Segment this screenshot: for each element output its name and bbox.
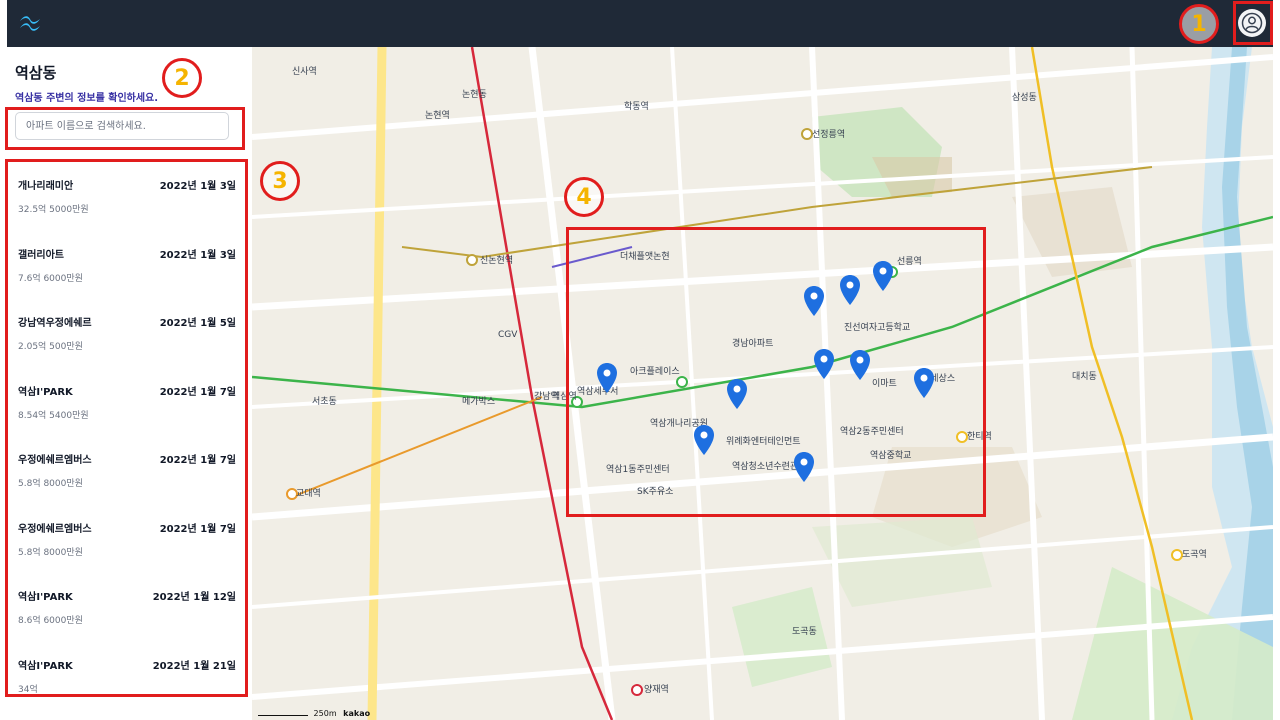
deal-price: 34억 [18, 684, 38, 695]
map-label: 신논현역 [480, 256, 514, 266]
deal-date: 2022년 1월 7일 [159, 455, 236, 466]
deal-date: 2022년 1월 12일 [152, 592, 236, 603]
deal-price: 8.6억 6000만원 [18, 616, 83, 626]
map-label: 교대역 [296, 489, 321, 499]
map-label: 위례화엔터테인먼트 [726, 437, 801, 447]
map-label: 선정릉역 [812, 130, 846, 140]
list-item[interactable]: 우정에쉐르엠버스 2022년 1월 7일 5.8억 8000만원 [8, 507, 244, 576]
deal-date: 2022년 1월 21일 [152, 660, 236, 672]
sidebar: 역삼동 역삼동 주변의 정보를 확인하세요. 개나리래미안 2022년 1월 3… [0, 47, 252, 720]
map-label: 역삼중학교 [870, 451, 912, 461]
annotation-number-3: 3 [260, 161, 300, 201]
map-marker-pin[interactable] [596, 362, 618, 394]
map-label: 역삼청소년수련관 [732, 462, 799, 472]
map-marker-pin[interactable] [872, 260, 894, 292]
list-item[interactable]: 역삼I'PARK 2022년 1월 7일 8.54억 5400만원 [8, 370, 244, 439]
deal-price: 5.8억 8000만원 [18, 479, 83, 489]
map-base [252, 47, 1273, 720]
kakao-map[interactable]: 역삼역 선릉역 강남역 신논현역 논현역 신사역 학동역 선정릉역 한티역 도곡… [252, 47, 1273, 720]
deal-date: 2022년 1월 5일 [159, 318, 236, 329]
annotation-number-2: 2 [162, 58, 202, 98]
apartment-search-box [15, 112, 229, 140]
apartment-name: 우정에쉐르엠버스 [18, 523, 92, 535]
deal-price: 7.6억 6000만원 [18, 273, 83, 284]
map-label: 메가박스 [462, 397, 496, 407]
map-label: 삼성동 [1012, 93, 1037, 103]
user-icon [1241, 12, 1263, 34]
map-marker-pin[interactable] [839, 274, 861, 306]
apartment-name: 개나리래미안 [18, 181, 74, 192]
list-item[interactable]: 강남역우정에쉐르 2022년 1월 5일 2.05억 500만원 [8, 301, 244, 370]
apartment-name: 역삼I'PARK [18, 660, 73, 672]
deal-price: 2.05억 500만원 [18, 342, 83, 352]
map-label: 선릉역 [897, 257, 922, 267]
list-item[interactable]: 역삼I'PARK 2022년 1월 21일 34억 [8, 644, 244, 713]
map-label: 더채플앳논현 [620, 252, 670, 262]
map-label: 서초동 [312, 397, 337, 407]
annotation-number-1: 1 [1179, 4, 1219, 44]
map-label: 아크플레이스 [630, 367, 680, 377]
map-label: 이마트 [872, 379, 897, 389]
top-navbar [7, 0, 1273, 47]
map-label: 논현동 [462, 90, 487, 100]
map-label: 진선여자고등학교 [844, 323, 911, 333]
apartment-name: 우정에쉐르엠버스 [18, 455, 92, 466]
map-label: 경남아파트 [732, 339, 774, 349]
scale-value: 250m [313, 709, 337, 718]
deal-date: 2022년 1월 7일 [159, 386, 236, 398]
kakao-logo: kakao [343, 709, 371, 718]
map-marker-pin[interactable] [803, 285, 825, 317]
list-item[interactable]: 역삼I'PARK 2022년 1월 12일 8.6억 6000만원 [8, 575, 244, 644]
map-label: 학동역 [624, 102, 649, 112]
list-item[interactable]: 우정에쉐르엠버스 2022년 1월 7일 5.8억 8000만원 [8, 438, 244, 507]
apartment-name: 강남역우정에쉐르 [18, 318, 92, 329]
dong-subtitle: 역삼동 주변의 정보를 확인하세요. [15, 93, 159, 104]
apartment-name: 역삼I'PARK [18, 592, 73, 603]
list-item[interactable]: 개나리래미안 2022년 1월 3일 32.5억 5000만원 [8, 164, 244, 233]
map-label: 강남역 [534, 392, 559, 402]
map-label: 역삼1동주민센터 [606, 465, 670, 475]
map-marker-pin[interactable] [793, 451, 815, 483]
scale-bar [258, 715, 308, 716]
deal-price: 8.54억 5400만원 [18, 410, 89, 421]
apartment-name: 갤러리아트 [18, 249, 64, 261]
dong-title: 역삼동 [15, 64, 57, 82]
apartment-list: 개나리래미안 2022년 1월 3일 32.5억 5000만원 갤러리아트 20… [8, 164, 244, 712]
map-label: 대치동 [1072, 372, 1097, 382]
deal-date: 2022년 1월 3일 [159, 249, 236, 261]
tailwind-logo-icon[interactable] [17, 11, 43, 35]
map-label: 논현역 [425, 111, 450, 121]
map-marker-pin[interactable] [813, 348, 835, 380]
map-scale: 250m kakao [258, 709, 370, 718]
map-label: SK주유소 [637, 487, 674, 497]
deal-date: 2022년 1월 7일 [159, 523, 236, 535]
annotation-number-4: 4 [564, 177, 604, 217]
map-marker-pin[interactable] [726, 378, 748, 410]
map-label: 한티역 [967, 432, 992, 442]
map-marker-pin[interactable] [913, 367, 935, 399]
map-label: 신사역 [292, 67, 317, 77]
map-marker-pin[interactable] [693, 424, 715, 456]
deal-price: 5.8억 8000만원 [18, 547, 83, 558]
deal-price: 32.5억 5000만원 [18, 205, 89, 215]
map-label: 도곡역 [1182, 550, 1207, 560]
map-label: 역삼2동주민센터 [840, 427, 904, 437]
deal-date: 2022년 1월 3일 [159, 181, 236, 192]
user-avatar-button[interactable] [1238, 9, 1266, 37]
map-marker-pin[interactable] [849, 349, 871, 381]
apartment-search-input[interactable] [16, 113, 228, 139]
map-label: 양재역 [644, 685, 669, 695]
map-label: CGV [498, 330, 518, 340]
list-item[interactable]: 갤러리아트 2022년 1월 3일 7.6억 6000만원 [8, 233, 244, 302]
apartment-name: 역삼I'PARK [18, 386, 73, 398]
map-label: 도곡동 [792, 627, 817, 637]
